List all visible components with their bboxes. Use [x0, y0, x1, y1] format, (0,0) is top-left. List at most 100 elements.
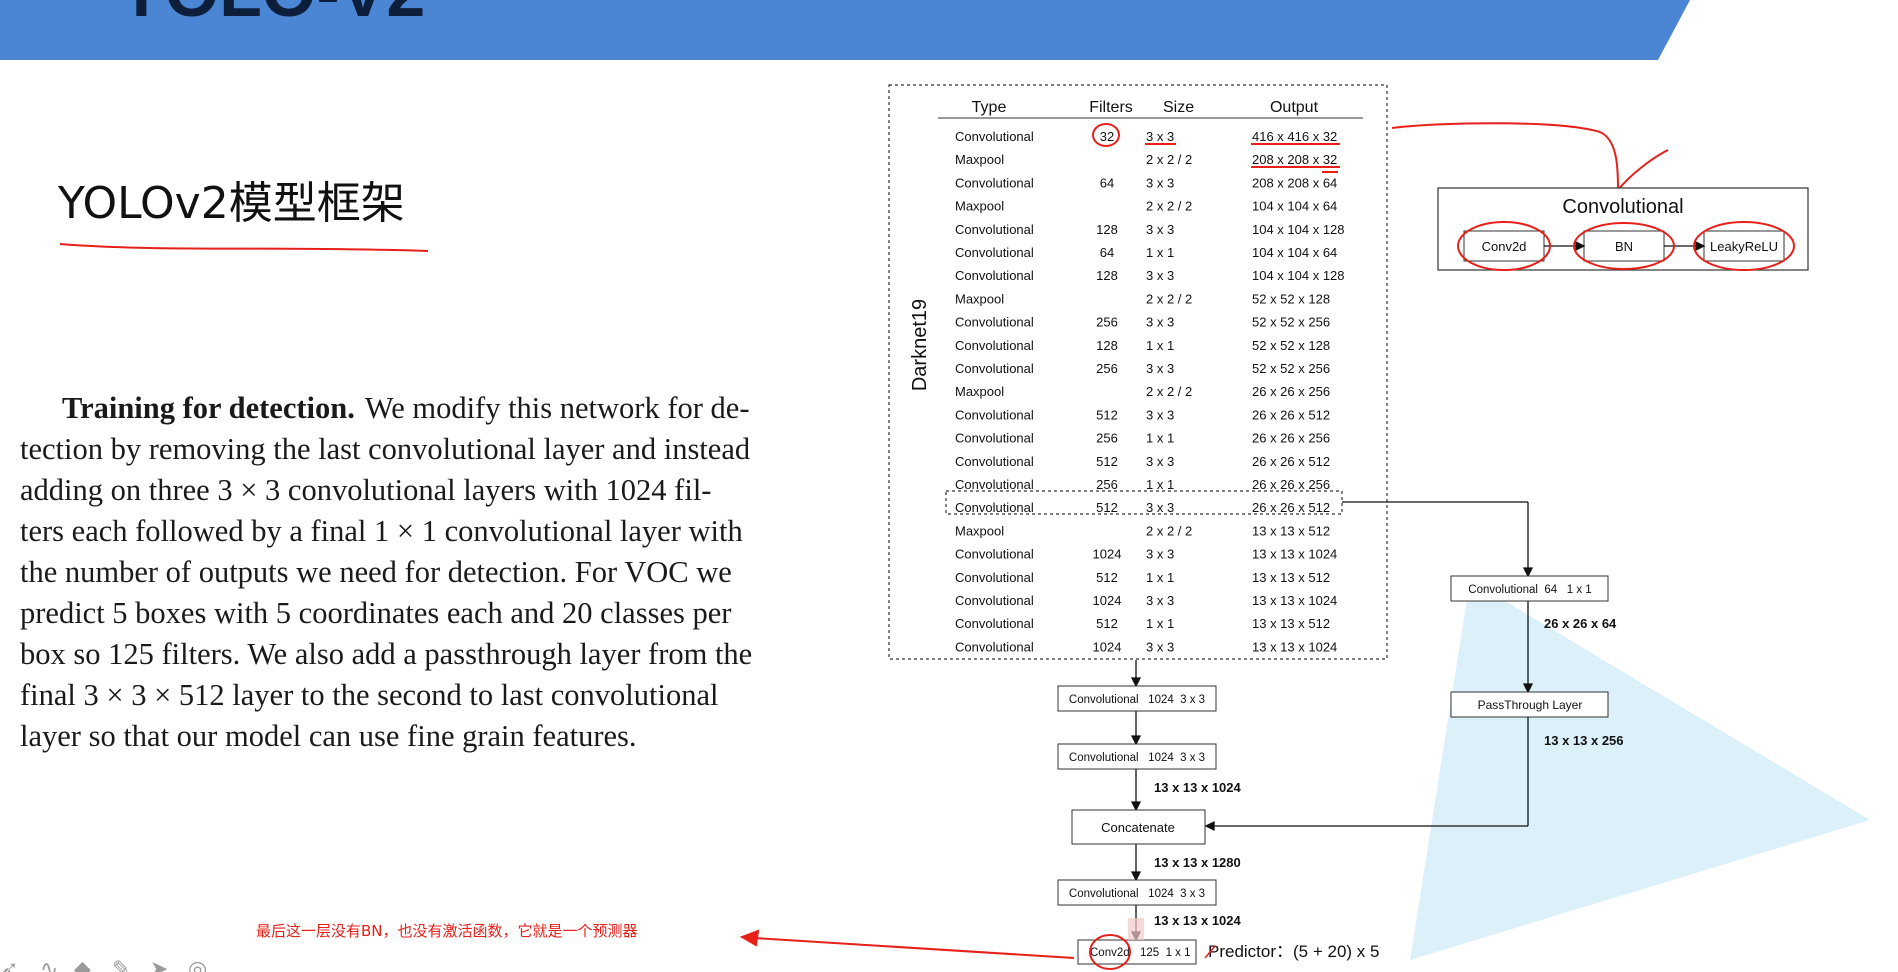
bn-label: BN — [1615, 239, 1633, 254]
row-output: 416 x 416 x 32 — [1252, 129, 1337, 144]
darknet-header-1: Filters — [1089, 99, 1133, 116]
row-size: 3 x 3 — [1146, 175, 1174, 190]
row-size: 1 x 1 — [1146, 477, 1174, 492]
row-size: 1 x 1 — [1146, 245, 1174, 260]
row-output: 26 x 26 x 512 — [1252, 500, 1330, 515]
row-output: 26 x 26 x 256 — [1252, 477, 1330, 492]
heading-underline-annotation — [59, 243, 429, 252]
row-type: Maxpool — [955, 523, 1004, 538]
row-output: 104 x 104 x 64 — [1252, 245, 1337, 260]
passthrough-label: PassThrough Layer — [1478, 698, 1583, 712]
row-output: 208 x 208 x 64 — [1252, 175, 1337, 190]
row-type: Convolutional — [955, 129, 1034, 144]
row-filters: 512 — [1096, 616, 1118, 631]
paper-bold-lead: Training for detection. — [62, 391, 355, 425]
flow-conv-1-label: Convolutional 1024 3 x 3 — [1069, 694, 1205, 706]
darknet-row: Convolutional 1024 3 x 3 13 x 13 x 1024 — [955, 593, 1337, 608]
row-filters: 512 — [1096, 500, 1118, 515]
darknet-header-0: Type — [972, 99, 1007, 116]
leakyrelu-label: LeakyReLU — [1710, 239, 1778, 254]
flow-dim-2: 13 x 13 x 1280 — [1154, 855, 1241, 870]
darknet-row: Convolutional 256 1 x 1 26 x 26 x 256 — [955, 477, 1330, 492]
row-type: Convolutional — [955, 431, 1034, 446]
row-output: 13 x 13 x 1024 — [1252, 547, 1337, 562]
darknet-row: Convolutional 256 3 x 3 52 x 52 x 256 — [955, 361, 1330, 376]
conv2d-label: Conv2d — [1482, 239, 1527, 254]
row-type: Convolutional — [955, 616, 1034, 631]
darknet-row: Convolutional 512 1 x 1 13 x 13 x 512 — [955, 616, 1330, 631]
toolbar-pen-icon[interactable]: ✎ — [112, 956, 130, 972]
toolbar-arrow-icon[interactable]: ➶ — [0, 956, 18, 972]
concatenate-label: Concatenate — [1101, 820, 1175, 835]
row-size: 3 x 3 — [1146, 593, 1174, 608]
darknet-row: Convolutional 128 3 x 3 104 x 104 x 128 — [955, 222, 1345, 237]
row-size: 3 x 3 — [1146, 268, 1174, 283]
row-type: Convolutional — [955, 477, 1034, 492]
row-size: 2 x 2 / 2 — [1146, 384, 1192, 399]
row-output: 52 x 52 x 128 — [1252, 291, 1330, 306]
row-output: 52 x 52 x 256 — [1252, 315, 1330, 330]
row-type: Convolutional — [955, 407, 1034, 422]
row-type: Maxpool — [955, 291, 1004, 306]
row-filters: 256 — [1096, 315, 1118, 330]
predictor-label: Predictor：(5 + 20) x 5 — [1208, 942, 1380, 961]
row-type: Maxpool — [955, 384, 1004, 399]
darknet-row: Convolutional 32 3 x 3 416 x 416 x 32 — [955, 129, 1337, 144]
row-output: 104 x 104 x 128 — [1252, 268, 1345, 283]
row-filters: 64 — [1100, 245, 1114, 260]
row-output: 208 x 208 x 32 — [1252, 152, 1337, 167]
annotation-note: 最后这一层没有BN，也没有激活函数，它就是一个预测器 — [256, 922, 638, 940]
paper-excerpt: Training for detection. We modify this ne… — [20, 391, 752, 753]
darknet-row: Maxpool 2 x 2 / 2 52 x 52 x 128 — [955, 291, 1330, 306]
darknet-row: Convolutional 256 3 x 3 52 x 52 x 256 — [955, 315, 1330, 330]
row-output: 26 x 26 x 512 — [1252, 407, 1330, 422]
row-size: 3 x 3 — [1146, 361, 1174, 376]
darknet-header-3: Output — [1270, 99, 1319, 116]
row-size: 3 x 3 — [1146, 222, 1174, 237]
flow-conv-3-label: Convolutional 1024 3 x 3 — [1069, 888, 1205, 900]
row-filters: 1024 — [1093, 639, 1122, 654]
callout-check — [1617, 149, 1669, 191]
toolbar-scribble-icon[interactable]: ∿ — [40, 956, 58, 972]
row-size: 3 x 3 — [1146, 500, 1174, 515]
paper-line-1: tection by removing the last convolution… — [20, 432, 750, 466]
flow-conv-2-label: Convolutional 1024 3 x 3 — [1069, 752, 1205, 764]
row-type: Convolutional — [955, 245, 1034, 260]
darknet-row: Convolutional 512 3 x 3 26 x 26 x 512 — [955, 407, 1330, 422]
row-filters: 64 — [1100, 175, 1114, 190]
row-filters: 32 — [1100, 129, 1114, 144]
slide-heading: YOLOv2模型框架 — [57, 178, 405, 229]
row-type: Convolutional — [955, 361, 1034, 376]
row-output: 52 x 52 x 256 — [1252, 361, 1330, 376]
row-filters: 1024 — [1093, 547, 1122, 562]
row-type: Maxpool — [955, 199, 1004, 214]
paper-line-2: adding on three 3 × 3 convolutional laye… — [20, 473, 711, 507]
darknet-row: Maxpool 2 x 2 / 2 13 x 13 x 512 — [955, 523, 1330, 538]
paper-line-6: box so 125 filters. We also add a passth… — [20, 637, 752, 671]
slide-canvas: YOLO-V2 YOLOv2模型框架 Training for detectio… — [0, 0, 1870, 972]
row-type: Convolutional — [955, 268, 1034, 283]
row-type: Convolutional — [955, 500, 1034, 515]
final-conv-spec: 125 1 x 1 — [1140, 947, 1191, 959]
row-type: Convolutional — [955, 222, 1034, 237]
toolbar-pointer-icon[interactable]: ➤ — [150, 956, 168, 972]
toolbar-zoom-icon[interactable]: ◎ — [188, 956, 207, 972]
row-filters: 256 — [1096, 431, 1118, 446]
toolbar-eraser-icon[interactable]: ◆ — [74, 956, 91, 972]
darknet-headers: Type Filters Size Output — [972, 99, 1319, 116]
row-filters: 512 — [1096, 454, 1118, 469]
row-type: Convolutional — [955, 454, 1034, 469]
row-type: Convolutional — [955, 547, 1034, 562]
branch-dim-1: 26 x 26 x 64 — [1544, 616, 1617, 631]
final-conv-highlight — [1128, 918, 1144, 940]
darknet-header-2: Size — [1163, 99, 1194, 116]
row-filters: 1024 — [1093, 593, 1122, 608]
row-size: 3 x 3 — [1146, 454, 1174, 469]
presentation-toolbar: ➶ ∿ ◆ ✎ ➤ ◎ — [0, 956, 207, 972]
row-output: 13 x 13 x 512 — [1252, 616, 1330, 631]
row-size: 3 x 3 — [1146, 547, 1174, 562]
darknet-row: Maxpool 2 x 2 / 2 26 x 26 x 256 — [955, 384, 1330, 399]
darknet-row: Convolutional 256 1 x 1 26 x 26 x 256 — [955, 431, 1330, 446]
row-size: 3 x 3 — [1146, 407, 1174, 422]
flow-dim-3: 13 x 13 x 1024 — [1154, 913, 1242, 928]
